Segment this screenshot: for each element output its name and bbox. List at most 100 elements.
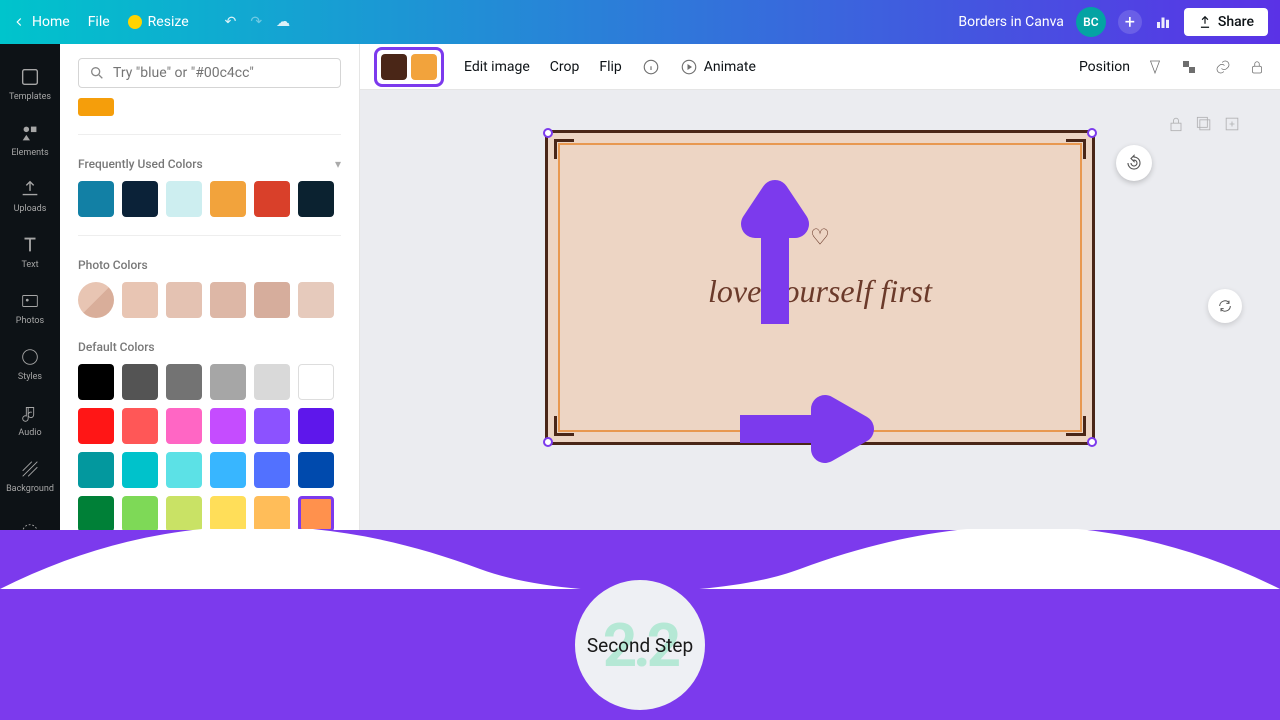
insights-icon[interactable]: [1154, 13, 1172, 31]
rail-background[interactable]: Background: [0, 448, 60, 504]
rail-label: Uploads: [14, 204, 47, 214]
freq-colors: [78, 181, 341, 217]
home-button[interactable]: Home: [12, 14, 70, 30]
rail-text[interactable]: Text: [0, 224, 60, 280]
color-swatch[interactable]: [166, 496, 202, 532]
default-title: Default Colors: [78, 340, 341, 354]
corner-ornament: [554, 416, 574, 436]
color-swatch[interactable]: [210, 181, 246, 217]
color-swatch-2[interactable]: [411, 54, 437, 80]
color-swatch[interactable]: [254, 408, 290, 444]
rail-audio[interactable]: Audio: [0, 392, 60, 448]
crop-button[interactable]: Crop: [550, 59, 580, 75]
photo-color-extract[interactable]: [78, 282, 114, 318]
color-swatch[interactable]: [122, 408, 158, 444]
color-swatch[interactable]: [254, 282, 290, 318]
context-toolbar: Edit image Crop Flip Animate Position: [360, 44, 1280, 90]
color-swatch[interactable]: [78, 181, 114, 217]
home-label: Home: [32, 14, 70, 30]
undo-icon[interactable]: ↶: [225, 14, 237, 30]
lock-icon[interactable]: [1248, 58, 1266, 76]
position-button[interactable]: Position: [1079, 59, 1130, 75]
color-swatch[interactable]: [122, 452, 158, 488]
link-icon[interactable]: [1214, 58, 1232, 76]
tutorial-arrow-right: [730, 394, 880, 464]
color-swatch[interactable]: [254, 181, 290, 217]
animate-button[interactable]: Animate: [680, 58, 756, 76]
color-swatch[interactable]: [254, 496, 290, 532]
color-swatch[interactable]: [210, 364, 246, 400]
color-swatch[interactable]: [298, 181, 334, 217]
color-swatch[interactable]: [210, 408, 246, 444]
rail-templates[interactable]: Templates: [0, 56, 60, 112]
search-input[interactable]: [113, 65, 330, 81]
color-swatch[interactable]: [298, 496, 334, 532]
file-menu[interactable]: File: [88, 14, 110, 30]
resize-label: Resize: [148, 14, 189, 30]
share-label: Share: [1218, 14, 1254, 30]
color-swatch[interactable]: [122, 181, 158, 217]
color-swatch[interactable]: [210, 496, 246, 532]
selection-handle[interactable]: [543, 128, 553, 138]
rail-label: Templates: [9, 92, 51, 102]
color-swatch[interactable]: [298, 364, 334, 400]
info-icon[interactable]: [642, 58, 660, 76]
recent-swatch[interactable]: [78, 98, 114, 116]
heart-icon: ♡: [810, 226, 830, 251]
element-colors[interactable]: [374, 47, 444, 87]
sync-icon: [1217, 298, 1233, 314]
resize-button[interactable]: Resize: [128, 14, 189, 30]
color-swatch[interactable]: [166, 364, 202, 400]
flip-button[interactable]: Flip: [599, 59, 621, 75]
upload-icon: [1198, 15, 1212, 29]
corner-ornament: [554, 139, 574, 159]
rail-styles[interactable]: Styles: [0, 336, 60, 392]
rail-elements[interactable]: Elements: [0, 112, 60, 168]
color-swatch[interactable]: [210, 282, 246, 318]
color-swatch[interactable]: [298, 452, 334, 488]
color-swatch[interactable]: [210, 452, 246, 488]
photo-colors: [78, 282, 341, 318]
rail-label: Styles: [18, 372, 42, 382]
corner-ornament: [1066, 416, 1086, 436]
checker-icon[interactable]: [1180, 58, 1198, 76]
color-swatch[interactable]: [166, 408, 202, 444]
color-swatch[interactable]: [166, 282, 202, 318]
color-swatch[interactable]: [298, 408, 334, 444]
rail-photos[interactable]: Photos: [0, 280, 60, 336]
freq-toggle[interactable]: ▾: [335, 157, 341, 171]
rotate-button[interactable]: [1116, 145, 1152, 181]
color-swatch[interactable]: [166, 181, 202, 217]
document-title[interactable]: Borders in Canva: [958, 14, 1063, 30]
crown-icon: [128, 15, 142, 29]
color-swatch-1[interactable]: [381, 54, 407, 80]
color-swatch[interactable]: [122, 496, 158, 532]
color-swatch[interactable]: [78, 452, 114, 488]
color-swatch[interactable]: [298, 282, 334, 318]
photo-title: Photo Colors: [78, 258, 341, 272]
color-swatch[interactable]: [254, 364, 290, 400]
cloud-sync-icon[interactable]: ☁: [276, 14, 290, 30]
color-swatch[interactable]: [78, 496, 114, 532]
share-button[interactable]: Share: [1184, 8, 1268, 36]
color-swatch[interactable]: [122, 364, 158, 400]
color-swatch[interactable]: [78, 408, 114, 444]
transparency-icon[interactable]: [1146, 58, 1164, 76]
rail-label: Background: [6, 484, 54, 494]
tutorial-arrow-up: [740, 174, 810, 334]
selection-handle[interactable]: [1087, 128, 1097, 138]
color-search[interactable]: [78, 58, 341, 88]
selection-handle[interactable]: [543, 437, 553, 447]
color-swatch[interactable]: [122, 282, 158, 318]
rail-uploads[interactable]: Uploads: [0, 168, 60, 224]
selection-handle[interactable]: [1087, 437, 1097, 447]
add-member-button[interactable]: +: [1118, 10, 1142, 34]
color-swatch[interactable]: [78, 364, 114, 400]
rail-label: Elements: [11, 148, 48, 158]
color-swatch[interactable]: [166, 452, 202, 488]
user-avatar[interactable]: BC: [1076, 7, 1106, 37]
color-swatch[interactable]: [254, 452, 290, 488]
edit-image-button[interactable]: Edit image: [464, 59, 530, 75]
redo-icon[interactable]: ↷: [250, 14, 262, 30]
sync-button[interactable]: [1208, 289, 1242, 323]
